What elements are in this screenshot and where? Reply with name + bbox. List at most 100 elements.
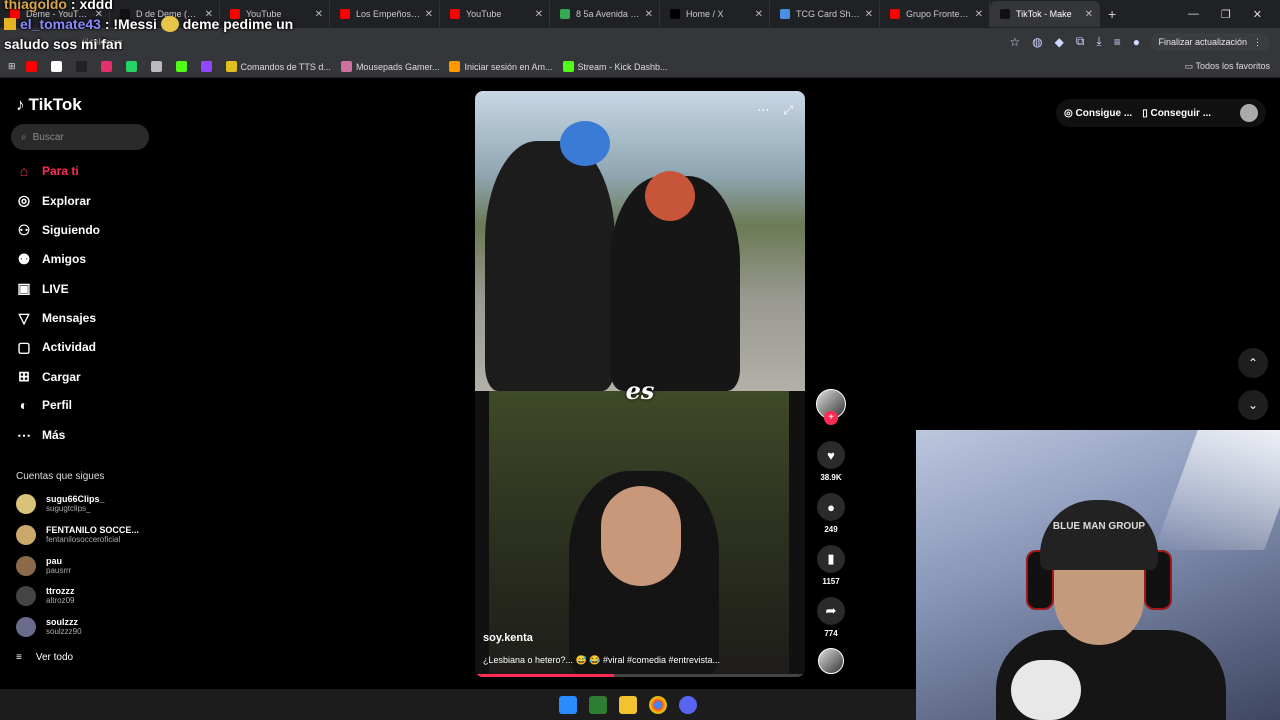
browser-tab[interactable]: TikTok - Make ✕ (990, 1, 1100, 27)
nav-item-cargar[interactable]: ⊞ Cargar (16, 368, 81, 385)
account-handle: soulzzz90 (46, 627, 82, 637)
nav-item-perfil[interactable]: ◐ Perfil (16, 397, 72, 413)
nav-item-siguiendo[interactable]: ⚇ Siguiendo (16, 222, 100, 239)
browser-tab[interactable]: Home / X ✕ (660, 1, 770, 27)
avatar (16, 617, 36, 638)
all-bookmarks[interactable]: ▭ Todos los favoritos (1185, 61, 1270, 72)
bookmark-item[interactable] (50, 61, 66, 72)
tab-label: Home / X (686, 9, 724, 19)
blue-hair (560, 121, 610, 166)
close-tab-icon[interactable]: ✕ (755, 9, 763, 20)
nav-item-mensajes[interactable]: ▽ Mensajes (16, 310, 96, 327)
fullscreen-icon[interactable]: ⤢ (783, 103, 793, 118)
video-progress-bar[interactable] (475, 674, 805, 677)
browser-tab[interactable]: Los Empeños de ✕ (330, 1, 440, 27)
close-tab-icon[interactable]: ✕ (645, 9, 653, 20)
stream-chat-overlay: thiagoldo : xddd el_tomate43 : !Messi de… (4, 0, 334, 54)
bookmark-item[interactable] (175, 61, 191, 72)
tiktok-logo[interactable]: ♪ TikTok (16, 95, 82, 115)
star-icon[interactable]: ☆ (1009, 35, 1020, 49)
profile-avatar-icon[interactable]: ● (1133, 35, 1140, 49)
windows-start-icon[interactable] (559, 695, 577, 714)
followed-account[interactable]: pau pausrrr (16, 555, 71, 576)
user-avatar[interactable] (1240, 104, 1258, 122)
previous-video-button[interactable]: ⌃ (1238, 348, 1268, 378)
bookmark-favicon-icon (150, 61, 162, 72)
close-tab-icon[interactable]: ✕ (865, 9, 873, 20)
close-tab-icon[interactable]: ✕ (535, 9, 543, 20)
extension-icon-2[interactable]: ◆ (1055, 35, 1064, 49)
file-explorer-icon[interactable] (619, 695, 637, 714)
nav-item-live[interactable]: ▣ LIVE (16, 280, 68, 297)
nav-item-para-ti[interactable]: ⌂ Para ti (16, 163, 79, 179)
bookmark-item[interactable]: Stream - Kick Dashb... (562, 61, 668, 72)
video-player[interactable]: es ⋯ ⤢ soy.kenta ¿Lesbiana o hetero?... … (475, 91, 805, 677)
kebab-menu-icon: ⋮ (1253, 36, 1262, 47)
followed-account[interactable]: ttrozzz altroz09 (16, 586, 75, 607)
apps-grid-icon[interactable]: ⊞ (8, 61, 16, 72)
compass-icon: ◎ (17, 192, 31, 209)
comment-action[interactable]: ● 249 (815, 493, 847, 534)
nav-item-actividad[interactable]: ▢ Actividad (16, 339, 96, 356)
xbox-icon[interactable] (589, 695, 607, 714)
bookmark-item[interactable]: Iniciar sesión en Am... (449, 61, 553, 72)
nav-item-amigos[interactable]: ⚉ Amigos (16, 251, 86, 268)
nav-item-label: Actividad (42, 340, 97, 355)
minimize-icon[interactable]: — (1188, 8, 1199, 20)
get-app-button[interactable]: ▯ Conseguir ... (1142, 108, 1211, 119)
more-options-icon[interactable]: ⋯ (757, 103, 769, 118)
search-icon: ⌕ (21, 131, 27, 143)
bookmark-item[interactable] (125, 61, 141, 72)
chat-message: thiagoldo : xddd (4, 0, 334, 14)
media-icon[interactable]: ≡ (1114, 35, 1121, 49)
close-tab-icon[interactable]: ✕ (975, 9, 983, 20)
next-video-button[interactable]: ⌄ (1238, 390, 1268, 420)
chrome-icon[interactable] (649, 695, 667, 714)
puzzle-icon[interactable]: ⧉ (1076, 34, 1085, 49)
download-icon[interactable]: ⤓ (1096, 34, 1101, 49)
tab-label: 8 5a Avenida Nor (576, 9, 641, 19)
bookmark-item[interactable] (150, 61, 166, 72)
bookmark-item[interactable] (25, 61, 41, 72)
video-description[interactable]: ¿Lesbiana o hetero?... 😅 😂 #viral #comed… (483, 655, 720, 666)
extension-icon[interactable]: ◍ (1032, 35, 1042, 49)
account-handle: sugugtclips_ (46, 504, 91, 513)
followed-account[interactable]: soulzzz soulzzz90 (16, 617, 82, 638)
new-tab-button[interactable]: + (1100, 6, 1124, 22)
browser-tab[interactable]: 8 5a Avenida Nor ✕ (550, 1, 660, 27)
close-tab-icon[interactable]: ✕ (1085, 9, 1093, 20)
nav-item-explorar[interactable]: ◎ Explorar (16, 192, 91, 209)
discord-icon[interactable] (679, 695, 697, 714)
video-progress-fill (475, 674, 614, 677)
close-window-icon[interactable]: ✕ (1253, 8, 1262, 21)
video-author[interactable]: soy.kenta (483, 632, 533, 644)
all-bookmarks-label: Todos los favoritos (1195, 61, 1270, 71)
follow-plus-icon[interactable]: + (824, 411, 838, 425)
maximize-icon[interactable]: ❐ (1221, 8, 1231, 21)
bookmark-item[interactable] (100, 61, 116, 72)
save-action[interactable]: ▮ 1157 (815, 545, 847, 586)
bookmark-item[interactable]: Comandos de TTS d... (225, 61, 331, 72)
browser-tab[interactable]: Grupo Frontera, F ✕ (880, 1, 990, 27)
bookmark-item[interactable] (200, 61, 216, 72)
see-all-link[interactable]: ≡ Ver todo (16, 652, 73, 663)
update-button[interactable]: Finalizar actualización ⋮ (1150, 33, 1270, 51)
search-input[interactable]: ⌕ Buscar (11, 124, 149, 150)
close-tab-icon[interactable]: ✕ (425, 9, 433, 20)
share-action[interactable]: ➦ 774 (815, 597, 847, 638)
like-action[interactable]: ♥ 38.9K (815, 441, 847, 482)
bookmark-item[interactable] (75, 61, 91, 72)
creator-avatar[interactable]: + (815, 389, 847, 425)
followed-account[interactable]: FENTANILO SOCCE... fentanilosocceroficial (16, 524, 139, 545)
browser-tab[interactable]: TCG Card Shop Si ✕ (770, 1, 880, 27)
tab-favicon-icon (560, 9, 570, 19)
music-disc[interactable] (815, 648, 847, 674)
nav-item-más[interactable]: ⋯ Más (16, 427, 65, 444)
chevron-up-icon: ⌃ (1247, 356, 1259, 370)
upload-icon: ⊞ (18, 368, 30, 385)
get-coins-button[interactable]: ◎ Consigue ... (1064, 108, 1132, 119)
bookmark-favicon-icon (225, 61, 237, 72)
followed-account[interactable]: sugu66Clips_ sugugtclips_ (16, 494, 105, 514)
bookmark-item[interactable]: Mousepads Gamer... (340, 61, 439, 72)
browser-tab[interactable]: YouTube ✕ (440, 1, 550, 27)
